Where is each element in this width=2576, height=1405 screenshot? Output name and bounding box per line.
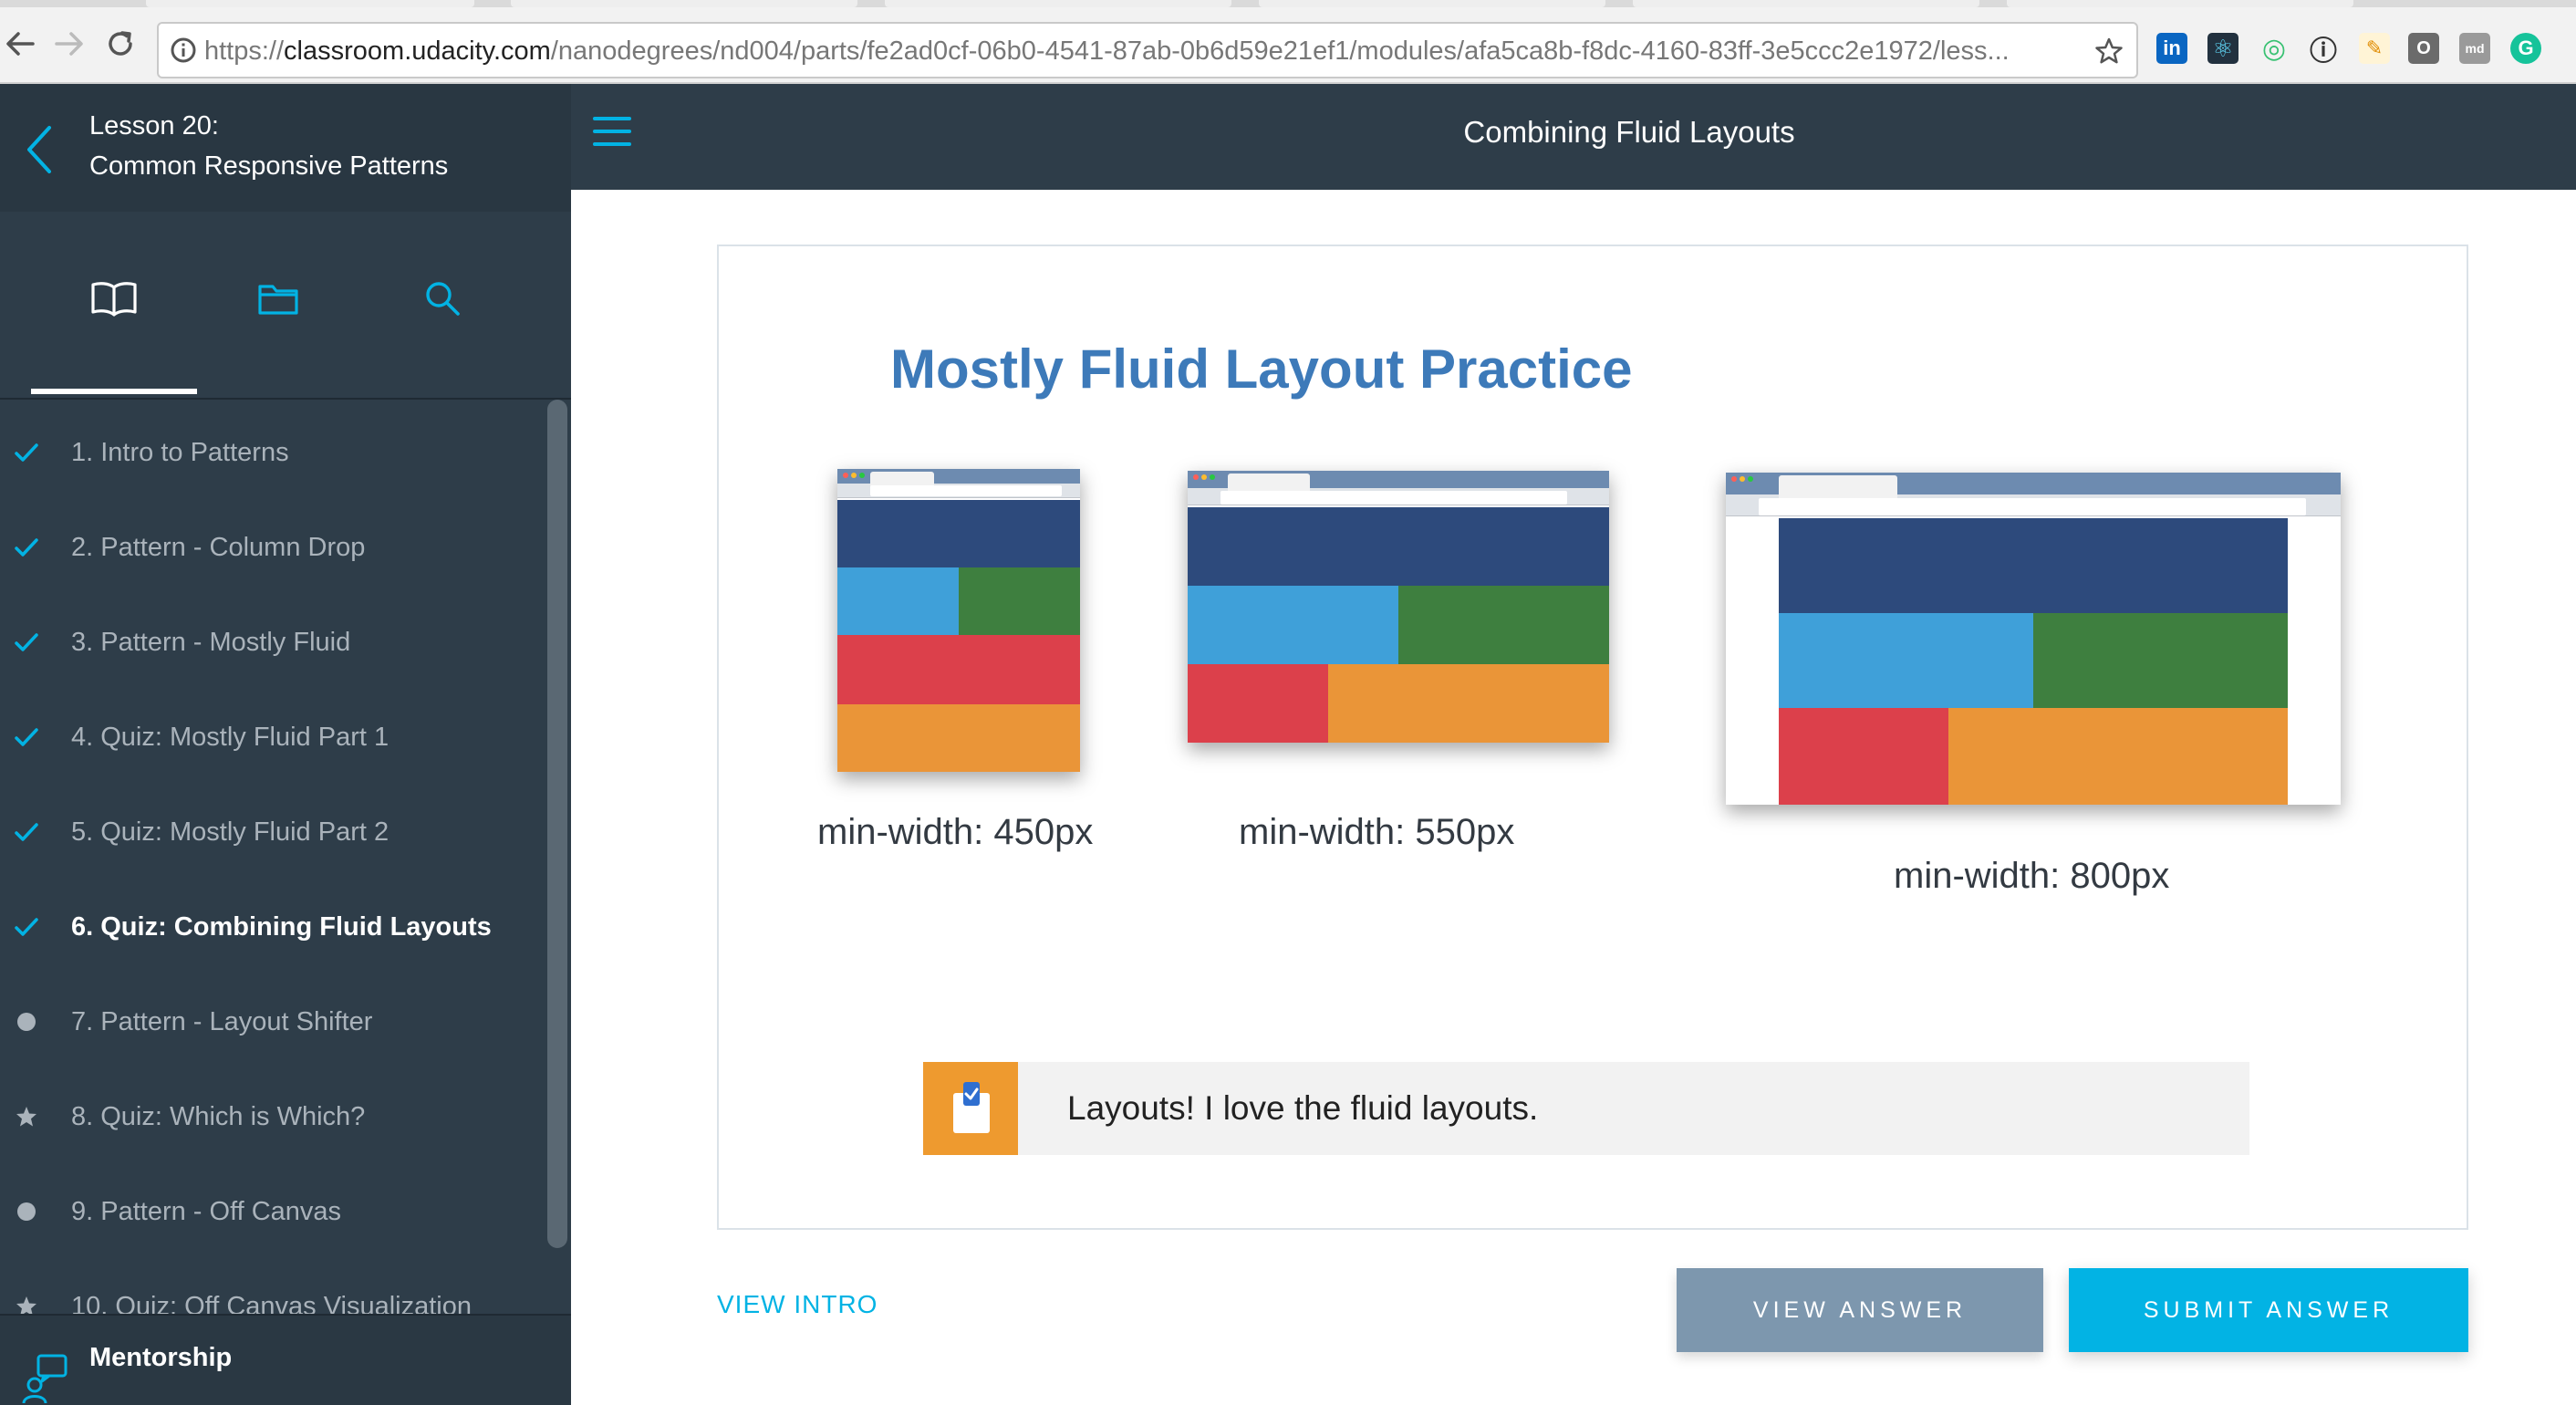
layout-screenshot-450 [837,469,1080,772]
back-button[interactable] [2,26,38,62]
view-intro-link[interactable]: VIEW INTRO [717,1290,878,1319]
browser-tab[interactable] [1259,0,1605,7]
check-icon [13,534,40,561]
screenshot-caption: min-width: 800px [1894,856,2170,896]
url-path: /nanodegrees/nd004/parts/fe2ad0cf-06b0-4… [550,36,2010,66]
check-icon [13,723,40,751]
page-title: Combining Fluid Layouts [1463,115,1795,149]
browser-tab[interactable] [511,0,857,7]
edit-extension-icon[interactable]: ✎ [2359,33,2390,64]
concept-item-current[interactable]: 6. Quiz: Combining Fluid Layouts [0,881,547,973]
screenshot-caption: min-width: 450px [817,812,1094,852]
folder-icon [258,285,298,315]
answer-checkbox[interactable] [923,1062,1018,1155]
tab-concepts[interactable] [31,245,197,352]
browser-tab[interactable] [146,0,474,7]
address-bar[interactable]: https://classroom.udacity.com/nanodegree… [157,22,2138,78]
lesson-number: Lesson 20: [89,111,219,140]
answer-text: Layouts! I love the fluid layouts. [1067,1089,1539,1127]
concept-label: 3. Pattern - Mostly Fluid [71,627,351,657]
book-icon [91,282,137,317]
clipboard-check-icon [953,1082,990,1133]
concept-item[interactable]: 1. Intro to Patterns [0,407,547,498]
browser-tab[interactable] [1633,0,1979,7]
bookmark-star-icon[interactable] [2094,36,2124,66]
lesson-header: Lesson 20: Common Responsive Patterns [0,84,571,212]
check-icon [13,818,40,846]
linkedin-extension-icon[interactable]: in [2156,33,2187,64]
quiz-heading: Mostly Fluid Layout Practice [890,338,1633,400]
lesson-name: Common Responsive Patterns [89,151,449,181]
star-icon [13,1103,40,1130]
react-devtools-icon[interactable]: ⚛ [2207,33,2238,64]
concept-label: 9. Pattern - Off Canvas [71,1196,342,1226]
arrow-left-icon [6,32,35,56]
reload-button[interactable] [102,26,139,62]
search-icon [426,282,460,316]
concept-label: 5. Quiz: Mostly Fluid Part 2 [71,817,390,847]
extension-ring-icon[interactable]: ◎ [2259,33,2290,64]
check-icon [13,629,40,656]
screenshot-caption: min-width: 550px [1239,812,1515,852]
concept-label: 8. Quiz: Which is Which? [71,1101,366,1131]
check-icon [13,913,40,941]
grammarly-icon[interactable]: G [2510,33,2541,64]
tab-resources[interactable] [195,245,361,352]
browser-tab-strip [0,0,2576,7]
concept-label: 6. Quiz: Combining Fluid Layouts [71,911,492,942]
concept-label: 7. Pattern - Layout Shifter [71,1006,373,1036]
reload-icon [109,31,132,56]
mentorship-label: Mentorship [89,1343,233,1372]
arrow-right-icon [55,32,83,56]
browser-tab[interactable] [885,0,1231,7]
concept-item[interactable]: 2. Pattern - Column Drop [0,502,547,593]
sidebar-tabs [0,212,571,400]
chevron-left-icon[interactable] [20,122,60,177]
url-scheme: https:// [204,36,285,66]
answer-option[interactable]: Layouts! I love the fluid layouts. [923,1062,2249,1155]
concept-label: 1. Intro to Patterns [71,437,289,467]
concept-item[interactable]: 7. Pattern - Layout Shifter [0,976,547,1067]
browser-toolbar: https://classroom.udacity.com/nanodegree… [0,0,2576,84]
concept-item[interactable]: 8. Quiz: Which is Which? [0,1071,547,1162]
forward-button[interactable] [51,26,88,62]
concept-item[interactable]: 5. Quiz: Mostly Fluid Part 2 [0,786,547,878]
lesson-sidebar: Lesson 20: Common Responsive Patterns 1.… [0,84,571,1405]
view-answer-button[interactable]: VIEW ANSWER [1677,1268,2043,1352]
password-manager-icon[interactable]: ⓘ [2308,33,2339,67]
quiz-card: Mostly Fluid Layout Practice min-width: … [717,245,2468,1230]
outlook-extension-icon[interactable]: O [2408,33,2439,64]
browser-tab[interactable] [2007,0,2353,7]
tab-search[interactable] [359,245,525,352]
content-header: Combining Fluid Layouts [571,84,2576,190]
check-icon [13,439,40,466]
active-tab-indicator [31,389,197,394]
dot-icon [13,1198,40,1225]
concept-item[interactable]: 4. Quiz: Mostly Fluid Part 1 [0,692,547,783]
layout-screenshot-800 [1726,473,2341,805]
concept-label: 4. Quiz: Mostly Fluid Part 1 [71,722,390,752]
submit-answer-button[interactable]: SUBMIT ANSWER [2069,1268,2468,1352]
mentorship-chat-icon [22,1354,68,1403]
url-text: https://classroom.udacity.com/nanodegree… [204,35,2010,68]
concept-label: 2. Pattern - Column Drop [71,532,366,562]
concept-item[interactable]: 9. Pattern - Off Canvas [0,1166,547,1257]
info-icon[interactable] [170,36,197,64]
mentorship-link[interactable]: Mentorship [0,1314,571,1405]
concept-item[interactable]: 3. Pattern - Mostly Fluid [0,597,547,688]
sidebar-scrollbar-thumb[interactable] [547,400,567,1248]
layout-screenshot-550 [1188,471,1609,743]
concept-list: 1. Intro to Patterns 2. Pattern - Column… [0,401,551,1321]
markdown-extension-icon[interactable]: md [2459,33,2490,64]
url-host: classroom.udacity.com [284,36,551,66]
dot-icon [13,1008,40,1036]
